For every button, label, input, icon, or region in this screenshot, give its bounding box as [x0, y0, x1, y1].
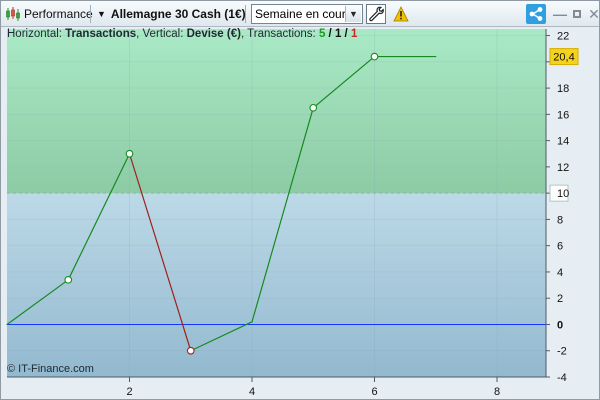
- y-tick-label: 16: [557, 109, 569, 121]
- chart-legend: Horizontal: Transactions, Vertical: Devi…: [7, 28, 357, 40]
- minimize-icon: —: [553, 6, 567, 22]
- lower-background-region: [7, 193, 546, 377]
- settings-button[interactable]: [366, 4, 386, 24]
- period-select-value: Semaine en cours: [255, 7, 352, 21]
- upper-background-region: [7, 29, 546, 194]
- y-tick-label: 22: [557, 31, 569, 43]
- data-point-marker[interactable]: [186, 346, 195, 355]
- chart-svg[interactable]: 2 4 6 8 22 20,4 18 16 14 12 10 8 6 4 2 0 -2 -4: [1, 27, 599, 399]
- warning-icon: [393, 6, 409, 22]
- y-tick-label: 12: [557, 162, 569, 174]
- legend-vertical-value: Devise (€): [186, 28, 241, 40]
- y-tick-label: 18: [557, 83, 569, 95]
- wrench-icon: [368, 6, 384, 22]
- x-tick-label: 4: [249, 386, 255, 398]
- y-tick-label: 6: [557, 241, 563, 253]
- share-button[interactable]: [526, 4, 546, 24]
- y-tick-label: 2: [557, 293, 563, 305]
- legend-transactions-prefix: , Transactions:: [240, 28, 319, 40]
- warning-indicator[interactable]: [391, 4, 411, 24]
- performance-menu[interactable]: Performance: [5, 5, 93, 23]
- x-tick-label: 2: [126, 386, 132, 398]
- legend-separator: /: [325, 28, 335, 40]
- instrument-label: Allemagne 30 Cash (1€): [110, 7, 246, 21]
- legend-horizontal-prefix: Horizontal:: [7, 28, 66, 40]
- y-tick-label: 0: [557, 319, 563, 331]
- candlestick-icon: [5, 6, 21, 22]
- legend-separator: /: [341, 28, 351, 40]
- chevron-down-icon: ▼: [97, 9, 106, 19]
- x-tick-label: 8: [494, 386, 500, 398]
- y-tick-label: -4: [557, 372, 567, 384]
- y-tick-label: 8: [557, 214, 563, 226]
- period-select[interactable]: Semaine en cours ▼: [251, 4, 363, 24]
- close-icon: ✕: [588, 5, 600, 22]
- performance-chart[interactable]: 2 4 6 8 22 20,4 18 16 14 12 10 8 6 4 2 0 -2 -4 Horizontal…: [1, 27, 599, 399]
- y-tick-label: 10: [557, 188, 569, 200]
- toolbar-separator: [245, 5, 246, 23]
- copyright-text: © IT-Finance.com: [7, 363, 94, 375]
- legend-horizontal-value: Transactions: [65, 28, 137, 40]
- data-point-marker[interactable]: [370, 52, 379, 61]
- data-point-marker[interactable]: [309, 103, 318, 112]
- toolbar: Performance ▼ Allemagne 30 Cash (1€) Sem…: [1, 1, 599, 27]
- x-tick-label: 6: [371, 386, 377, 398]
- maximize-icon: [573, 10, 581, 18]
- chevron-down-icon[interactable]: ▼: [345, 6, 361, 22]
- toolbar-separator: [90, 5, 91, 23]
- y-tick-label: -2: [557, 346, 567, 358]
- performance-window: Performance ▼ Allemagne 30 Cash (1€) Sem…: [0, 0, 600, 400]
- legend-vertical-prefix: , Vertical:: [136, 28, 187, 40]
- data-point-marker[interactable]: [64, 275, 73, 284]
- data-point-marker[interactable]: [125, 149, 134, 158]
- performance-label: Performance: [24, 7, 93, 21]
- close-button[interactable]: ✕: [584, 4, 600, 24]
- y-tick-label: 4: [557, 267, 563, 279]
- y-tick-label: 14: [557, 136, 569, 148]
- share-icon: [528, 6, 544, 22]
- y-tick-label: 20,4: [553, 52, 574, 64]
- instrument-selector[interactable]: ▼ Allemagne 30 Cash (1€): [97, 5, 246, 23]
- legend-red-transactions: 1: [350, 28, 358, 40]
